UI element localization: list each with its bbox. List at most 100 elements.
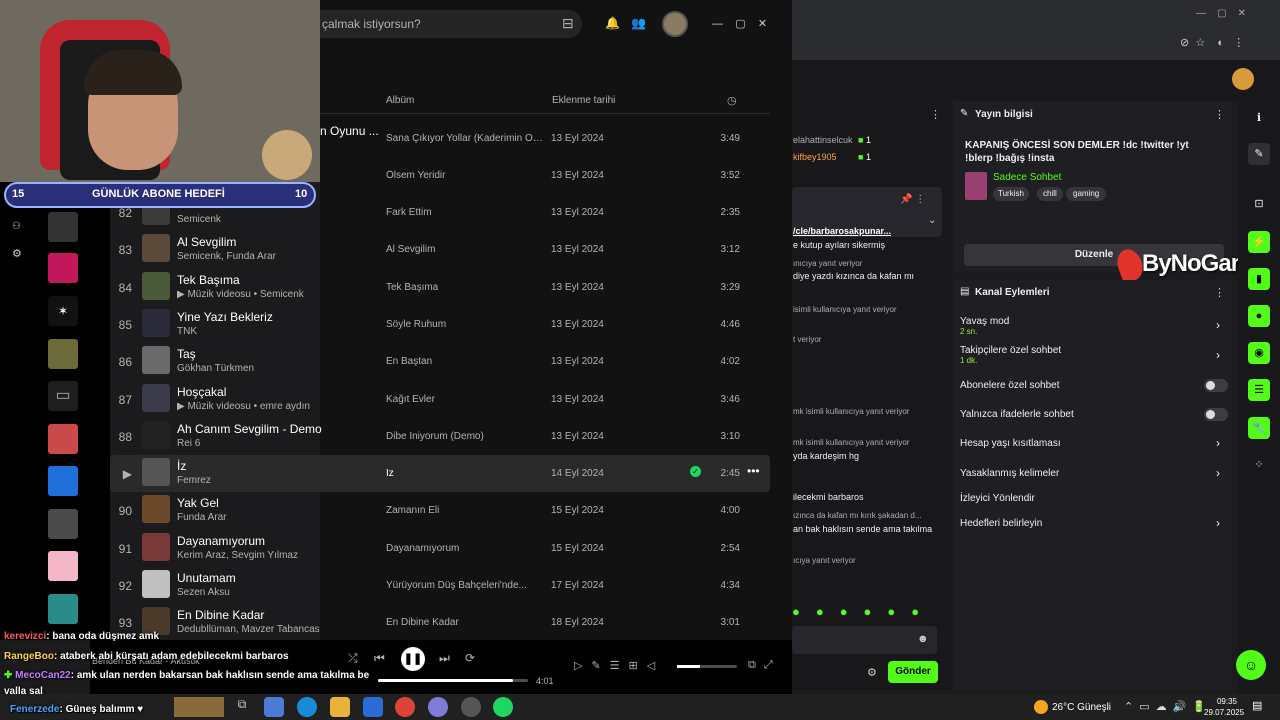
table-row[interactable]: 91 Dayanamıyorum Kerim Araz, Sevgim Yılmaz… [110, 530, 770, 567]
library-item[interactable] [48, 339, 78, 369]
chevron-right-icon[interactable]: › [1216, 516, 1220, 530]
chevron-right-icon[interactable]: › [1216, 466, 1220, 480]
avatar[interactable] [1232, 68, 1254, 90]
track-artist[interactable]: Gökhan Türkmen [177, 363, 254, 374]
track-artist[interactable]: Funda Arar [177, 512, 226, 523]
col-added[interactable]: Eklenme tarihi [552, 95, 615, 106]
sub-chat-toggle[interactable] [1204, 379, 1228, 392]
repeat-icon[interactable]: ⟳ [465, 651, 475, 665]
track-title[interactable]: En Dibine Kadar [177, 608, 264, 622]
table-row[interactable]: ▶ İz Femrez İz 14 Eyl 2024 2:45 ✓ ••• [110, 455, 770, 493]
edge-icon[interactable] [297, 697, 317, 717]
track-album[interactable]: Fark Ettim [386, 207, 546, 218]
browser-window-controls[interactable]: — ▢ ✕ [1196, 8, 1246, 19]
track-title[interactable]: Hoşçakal [177, 385, 226, 399]
action-raid[interactable]: İzleyici Yönlendir [960, 493, 1035, 504]
panel-menu-icon[interactable]: ⋮ [1214, 286, 1225, 299]
avatar[interactable] [662, 11, 688, 37]
track-artist[interactable]: Semicenk, Funda Arar [177, 251, 276, 262]
chevron-right-icon[interactable]: › [1216, 348, 1220, 362]
gear-icon[interactable]: ⚙ [12, 247, 22, 260]
shuffle-icon[interactable]: ⤮ [348, 651, 358, 666]
library-item[interactable] [48, 424, 78, 454]
track-album[interactable]: Kağıt Evler [386, 394, 546, 405]
obs-icon[interactable] [461, 697, 481, 717]
next-icon[interactable]: ⏭ [439, 651, 450, 666]
broadcast-icon[interactable]: ◉ [1248, 342, 1270, 364]
emote-bar[interactable]: ●●●●●● [792, 604, 935, 619]
track-artist[interactable]: Semicenk [177, 214, 221, 225]
action-follower-chat[interactable]: Takipçilere özel sohbet 1 dk. [960, 345, 1061, 365]
library-item[interactable] [48, 253, 78, 283]
track-album[interactable]: İz [386, 468, 546, 479]
track-artist[interactable]: Rei 6 [177, 438, 200, 449]
folder-icon[interactable]: ▭ [48, 381, 78, 411]
track-album[interactable]: En Baştan [386, 356, 546, 367]
track-title[interactable]: Yak Gel [177, 496, 219, 510]
track-album[interactable]: En Dibine Kadar [386, 617, 546, 628]
track-album[interactable]: Söyle Ruhum [386, 319, 546, 330]
tag[interactable]: Turkish [993, 187, 1029, 201]
wrench-icon[interactable]: 🔧 [1248, 417, 1270, 439]
track-title[interactable]: Al Sevgilim [177, 235, 236, 249]
progress-bar[interactable] [378, 679, 528, 682]
track-album[interactable]: Ölsem Yeridir [386, 170, 546, 181]
users-icon[interactable]: ⚇ [12, 221, 21, 232]
support-chat-icon[interactable]: ☺ [1236, 650, 1266, 680]
friends-icon[interactable]: 👥 [631, 16, 646, 30]
spotify-icon[interactable] [493, 697, 513, 717]
tag[interactable]: chill [1037, 187, 1063, 201]
panel-menu-icon[interactable]: ⋮ [1214, 108, 1225, 121]
track-album[interactable]: Yürüyorum Düş Bahçeleri'nde... [386, 580, 546, 591]
action-slow-mode[interactable]: Yavaş mod 2 sn. [960, 316, 1009, 336]
chevron-right-icon[interactable]: › [1216, 436, 1220, 450]
track-artist[interactable]: Kerim Araz, Sevgim Yılmaz [177, 550, 298, 561]
copilot-icon[interactable] [264, 697, 284, 717]
table-row[interactable]: 90 Yak Gel Funda Arar Zamanın Eli 15 Eyl 202… [110, 492, 770, 529]
notification-icon[interactable]: ▤ [1252, 699, 1262, 712]
track-album[interactable]: Sana Çıkıyor Yollar (Kaderimin Oyu... [386, 133, 546, 144]
edit-icon[interactable]: ✎ [1248, 143, 1270, 165]
users-icon[interactable]: ☰ [1248, 379, 1270, 401]
volume-slider[interactable] [677, 665, 737, 668]
info-icon[interactable]: ℹ [1248, 107, 1270, 129]
track-title[interactable]: İz [177, 459, 186, 473]
track-artist[interactable]: Femrez [177, 475, 211, 486]
previous-icon[interactable]: ⏮ [374, 651, 385, 666]
track-album[interactable]: Dayanamıyorum [386, 543, 546, 554]
action-banned-words[interactable]: Yasaklanmış kelimeler [960, 468, 1059, 479]
browser-extension-icons[interactable]: ⊘ ☆ ◐ ⋮ [1180, 36, 1244, 49]
chat-menu-icon[interactable]: ⋮ [930, 108, 941, 121]
chevron-down-icon[interactable]: ⌄ [928, 215, 936, 226]
table-row[interactable]: 87 Hoşçakal ▶ Müzik videosu • emre aydın Ka… [110, 381, 770, 418]
track-artist[interactable]: TNK [177, 326, 197, 337]
track-album[interactable]: Dibe İniyorum (Demo) [386, 431, 546, 442]
chat-input[interactable] [792, 626, 937, 654]
table-row[interactable]: 88 Ah Canım Sevgilim - Demo Rei 6 Dibe İniy… [110, 418, 770, 455]
action-account-age[interactable]: Hesap yaşı kısıtlaması [960, 438, 1061, 449]
chat-icon[interactable]: ● [1248, 305, 1270, 327]
track-title[interactable]: Ah Canım Sevgilim - Demo [177, 422, 322, 436]
table-row[interactable]: 93 En Dibine Kadar Dedubllüman, Mavzer Tab… [110, 604, 770, 641]
library-item[interactable] [48, 551, 78, 581]
emoji-icon[interactable]: ☻ [917, 633, 929, 645]
clock-time[interactable]: 09:35 [1212, 697, 1242, 706]
table-row[interactable]: 92 Unutamam Sezen Aksu Yürüyorum Düş Bahçel… [110, 567, 770, 604]
pause-button[interactable]: ❚❚ [401, 647, 425, 671]
table-row[interactable]: 84 Tek Başıma ▶ Müzik videosu • Semicenk Te… [110, 269, 770, 306]
table-row[interactable]: 85 Yine Yazı Bekleriz TNK Söyle Ruhum 13 Eyl… [110, 306, 770, 343]
track-title[interactable]: Taş [177, 347, 196, 361]
track-album[interactable]: Zamanın Eli [386, 505, 546, 516]
bell-icon[interactable]: 🔔 [605, 16, 620, 30]
library-item[interactable] [48, 212, 78, 242]
library-item[interactable] [48, 466, 78, 496]
flash-icon[interactable]: ⚡ [1248, 231, 1270, 253]
emote-chat-toggle[interactable] [1204, 408, 1228, 421]
track-artist[interactable]: Sezen Aksu [177, 587, 230, 598]
tag[interactable]: gaming [1066, 187, 1107, 201]
pinned-link[interactable]: /cle/barbarosakpunar... [793, 226, 891, 236]
col-album[interactable]: Albüm [386, 95, 414, 106]
chrome-icon[interactable] [395, 697, 415, 717]
weather-text[interactable]: 26°C Güneşli [1052, 702, 1111, 713]
explorer-icon[interactable] [330, 697, 350, 717]
